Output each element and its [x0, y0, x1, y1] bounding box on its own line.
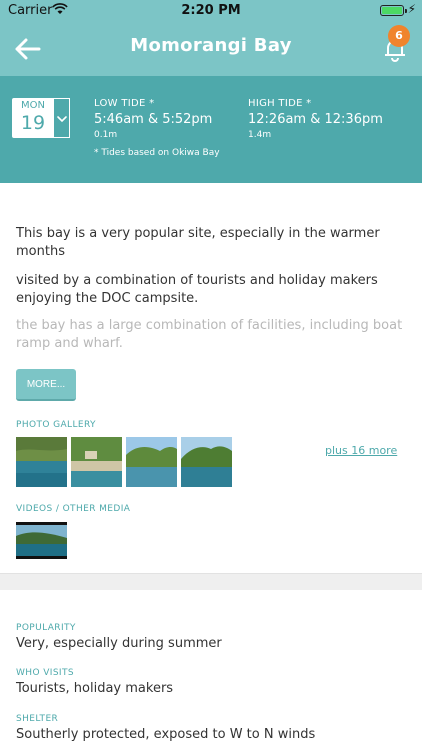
popularity-label: POPULARITY — [16, 623, 76, 633]
tide-note: * Tides based on Okiwa Bay — [94, 148, 220, 158]
status-bar: Carrier 2:20 PM ⚡ — [0, 0, 422, 22]
section-divider — [0, 573, 422, 590]
description-fade: the bay has a large combination of facil… — [16, 317, 406, 357]
videos-label: VIDEOS / OTHER MEDIA — [16, 504, 131, 514]
description-paragraph: the bay has a large combination of facil… — [16, 318, 403, 351]
gallery-photo[interactable] — [16, 437, 67, 487]
page-title: Momorangi Bay — [130, 35, 292, 56]
high-tide-label: HIGH TIDE * — [248, 98, 312, 109]
shelter-label: SHELTER — [16, 714, 59, 724]
popularity-value: Very, especially during summer — [16, 636, 222, 651]
gallery-photo[interactable] — [71, 437, 122, 487]
notification-badge[interactable]: 6 — [388, 25, 410, 47]
gallery-photo[interactable] — [126, 437, 177, 487]
more-button[interactable]: MORE... — [16, 369, 76, 401]
clock: 2:20 PM — [181, 3, 241, 18]
chevron-down-icon[interactable] — [54, 98, 70, 138]
video-thumbnail[interactable] — [16, 522, 67, 559]
tide-panel: MON 19 LOW TIDE * 5:46am & 5:52pm 0.1m H… — [0, 76, 422, 183]
low-tide-times: 5:46am & 5:52pm — [94, 112, 213, 127]
date-picker[interactable]: MON 19 — [12, 98, 70, 138]
charging-icon: ⚡ — [407, 2, 416, 16]
photo-gallery-label: PHOTO GALLERY — [16, 420, 96, 430]
low-tide-height: 0.1m — [94, 130, 118, 140]
nav-bar: Momorangi Bay 6 — [0, 22, 422, 76]
date-day: 19 — [20, 112, 46, 134]
high-tide-height: 1.4m — [248, 130, 272, 140]
who-visits-value: Tourists, holiday makers — [16, 681, 174, 696]
high-tide-times: 12:26am & 12:36pm — [248, 112, 383, 127]
low-tide-label: LOW TIDE * — [94, 98, 155, 109]
shelter-value: Southerly protected, exposed to W to N w… — [16, 727, 316, 742]
more-photos-link[interactable]: plus 16 more — [325, 444, 397, 457]
who-visits-label: WHO VISITS — [16, 668, 74, 678]
description-paragraph: This bay is a very popular site, especia… — [16, 226, 380, 259]
battery-icon — [380, 5, 407, 16]
description-paragraph: visited by a combination of tourists and… — [16, 273, 378, 306]
date-month: MON — [21, 100, 45, 111]
gallery-photo[interactable] — [181, 437, 232, 487]
